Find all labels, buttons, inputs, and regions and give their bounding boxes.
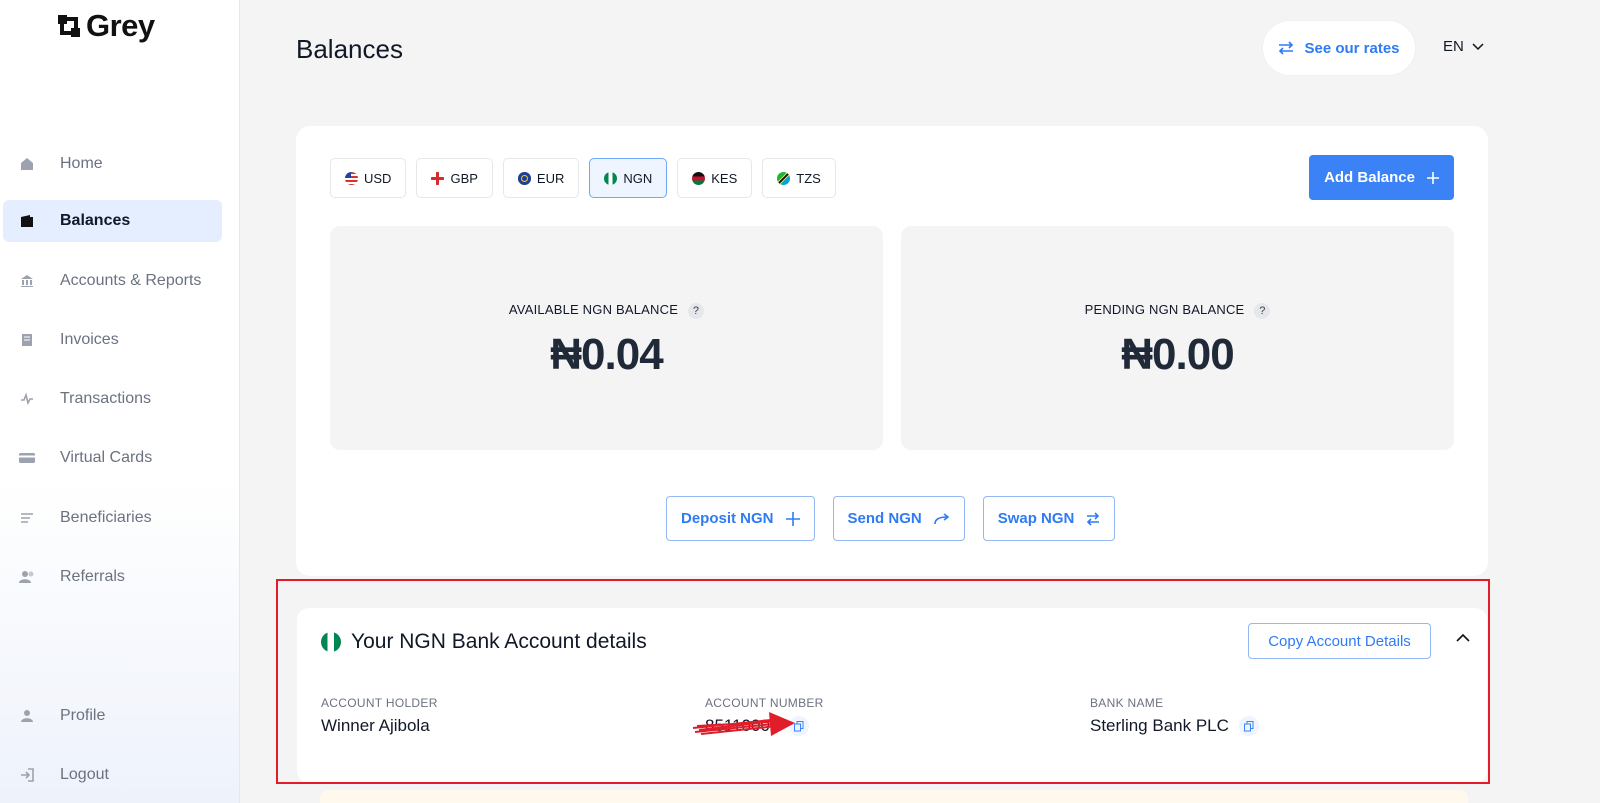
wallet-icon [19,213,35,229]
sidebar-item-label: Home [60,155,103,172]
sidebar-item-referrals[interactable]: Referrals [3,556,222,598]
bank-icon [19,273,35,289]
list-icon [19,510,35,526]
logout-icon [19,767,35,783]
tab-ngn[interactable]: NGN [589,158,668,198]
nigeria-flag-icon [604,171,618,185]
send-button[interactable]: Send NGN [832,496,965,541]
sidebar-item-beneficiaries[interactable]: Beneficiaries [3,497,222,539]
users-icon [19,569,35,585]
tab-eur[interactable]: EUR [502,158,580,198]
tab-label: EUR [536,170,565,186]
deposit-button[interactable]: Deposit NGN [666,496,815,541]
eu-flag-icon [517,171,531,185]
tab-usd[interactable]: USD [330,158,407,198]
sidebar-item-label: Balances [60,212,131,229]
swap-button[interactable]: Swap NGN [982,496,1116,541]
swap-label: Swap NGN [997,510,1075,527]
help-icon[interactable]: ? [688,302,705,319]
balance-actions: Deposit NGN Send NGN Swap NGN [666,496,1116,541]
sidebar-item-transactions[interactable]: Transactions [3,378,222,420]
available-balance-label: AVAILABLE NGN BALANCE [508,302,679,317]
sidebar-item-label: Transactions [60,390,151,407]
pending-balance-label-row: PENDING NGN BALANCE? [901,302,1454,319]
kenya-flag-icon [692,171,706,185]
plus-icon [1426,171,1439,184]
sidebar-item-label: Accounts & Reports [60,272,202,289]
uk-flag-icon [431,171,445,185]
tab-label: NGN [623,170,653,186]
user-icon [19,708,35,724]
currency-tabs: USD GBP EUR NGN KES TZS [330,158,836,198]
see-rates-button[interactable]: See our rates [1262,20,1416,76]
forward-arrow-icon [933,512,950,524]
sidebar-item-label: Referrals [60,568,125,585]
swap-icon [1087,511,1100,526]
sidebar-item-virtual-cards[interactable]: Virtual Cards [3,437,222,479]
logo-text: Grey [86,8,155,43]
available-balance-value: ₦0.04 [550,330,663,379]
logo[interactable]: Grey [56,8,155,44]
sidebar-item-label: Beneficiaries [60,509,152,526]
activity-icon [19,391,35,407]
balance-card: USD GBP EUR NGN KES TZS Add Balance AVAI… [296,126,1488,576]
swap-arrows-icon [1279,41,1294,55]
card-icon [19,450,35,466]
tab-label: GBP [450,170,478,186]
language-select[interactable]: EN [1443,38,1484,55]
pending-balance-box: PENDING NGN BALANCE? ₦0.00 [901,226,1454,450]
tab-label: TZS [796,170,821,186]
plus-icon [785,511,800,526]
grey-logo-icon [58,15,80,37]
sidebar-item-accounts-reports[interactable]: Accounts & Reports [3,260,222,302]
page-title: Balances [296,34,403,64]
tab-label: KES [711,170,738,186]
deposit-label: Deposit NGN [681,510,774,527]
sidebar-item-home[interactable]: Home [3,143,222,185]
available-balance-box: AVAILABLE NGN BALANCE? ₦0.04 [330,226,883,450]
help-icon[interactable]: ? [1254,302,1271,319]
sidebar-item-invoices[interactable]: Invoices [3,319,222,361]
tab-gbp[interactable]: GBP [416,158,493,198]
pending-balance-value: ₦0.00 [1121,330,1234,379]
language-value: EN [1443,38,1464,55]
available-balance-label-row: AVAILABLE NGN BALANCE? [330,302,883,319]
us-flag-icon [345,171,358,185]
tab-kes[interactable]: KES [677,158,753,198]
home-icon [19,156,35,172]
sidebar-item-logout[interactable]: Logout [3,754,222,796]
send-label: Send NGN [847,510,922,527]
sidebar-item-label: Profile [60,707,106,724]
sidebar-item-label: Virtual Cards [60,449,153,466]
notice-banner-partial [320,790,1468,803]
add-balance-button[interactable]: Add Balance [1309,155,1454,200]
annotation-highlight-box [276,579,1490,784]
tanzania-flag-icon [777,171,791,185]
tab-tzs[interactable]: TZS [762,158,836,198]
tab-label: USD [364,170,392,186]
see-rates-label: See our rates [1304,39,1400,57]
sidebar-item-label: Invoices [60,331,119,348]
sidebar-item-label: Logout [60,766,109,783]
pending-balance-label: PENDING NGN BALANCE [1084,302,1245,317]
invoice-icon [19,332,35,348]
sidebar-item-balances[interactable]: Balances [3,200,222,242]
sidebar-item-profile[interactable]: Profile [3,695,222,737]
add-balance-label: Add Balance [1324,169,1415,186]
chevron-down-icon [1472,42,1484,50]
sidebar: Grey Home Balances Accounts & Reports In… [0,0,240,803]
